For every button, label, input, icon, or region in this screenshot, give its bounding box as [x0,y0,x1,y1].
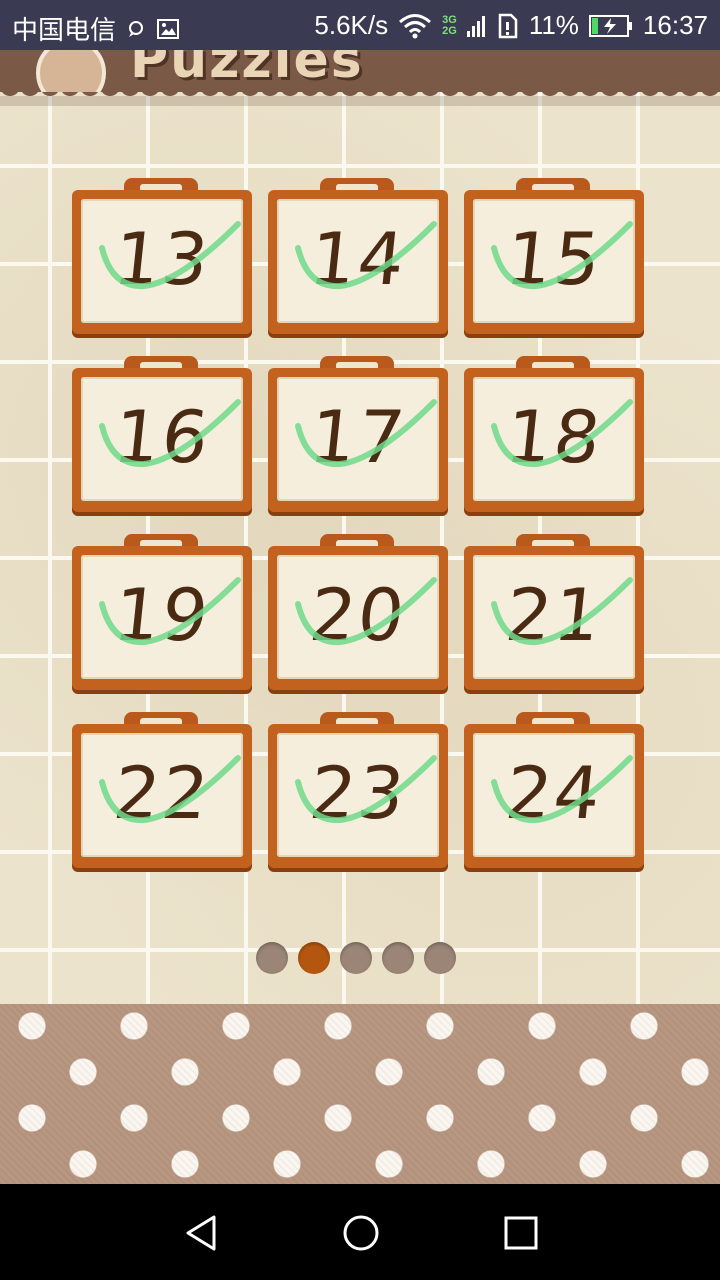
battery-percent: 11% [528,10,579,40]
back-button[interactable] [36,50,106,92]
network-type-top: 3G [442,13,457,26]
card-face: 13 [81,199,243,323]
chat-bubble-icon [126,19,146,39]
card-face: 15 [473,199,635,323]
level-card[interactable]: 17 [268,356,448,514]
card-frame: 17 [268,368,448,512]
level-number: 22 [109,751,215,835]
level-card[interactable]: 21 [464,534,644,692]
card-face: 14 [277,199,439,323]
level-number: 13 [109,217,215,301]
battery-charging-icon [588,14,633,38]
level-card[interactable]: 23 [268,712,448,870]
wifi-icon [398,13,432,39]
card-frame: 16 [72,368,252,512]
level-card[interactable]: 19 [72,534,252,692]
card-face: 23 [277,733,439,857]
page-indicator [256,942,456,974]
card-frame: 19 [72,546,252,690]
level-number: 15 [501,217,607,301]
back-triangle-icon[interactable] [180,1212,222,1254]
page-title: Puzzles [130,50,364,90]
pager-dot[interactable] [340,942,372,974]
system-nav-bar [0,1184,720,1280]
card-face: 18 [473,377,635,501]
card-face: 21 [473,555,635,679]
signal-icon [466,13,487,39]
level-number: 19 [109,573,215,657]
card-frame: 13 [72,190,252,334]
card-frame: 22 [72,724,252,868]
polka-dot-footer [0,1004,720,1184]
card-frame: 14 [268,190,448,334]
card-face: 17 [277,377,439,501]
level-card[interactable]: 20 [268,534,448,692]
recents-square-icon[interactable] [500,1212,542,1254]
pager-dot[interactable] [382,942,414,974]
status-bar: 中国电信 5.6K/s 3G 2G 11% 16:37 [0,0,720,50]
sim-icon [497,13,519,39]
card-face: 22 [81,733,243,857]
card-frame: 20 [268,546,448,690]
level-number: 14 [305,217,411,301]
card-face: 16 [81,377,243,501]
pager-dot[interactable] [424,942,456,974]
net-speed-label: 5.6K/s [314,10,389,40]
clock: 16:37 [642,10,708,40]
level-number: 20 [305,573,411,657]
home-circle-icon[interactable] [340,1212,382,1254]
image-icon [156,17,180,41]
level-card[interactable]: 15 [464,178,644,336]
card-frame: 15 [464,190,644,334]
card-face: 19 [81,555,243,679]
card-frame: 21 [464,546,644,690]
header-bar: Puzzles [0,50,720,92]
level-grid: 13 14 15 16 17 18 19 20 21 22 23 24 [72,178,652,870]
level-number: 24 [501,751,607,835]
carrier-label: 中国电信 [12,15,117,45]
card-frame: 23 [268,724,448,868]
network-type: 3G 2G [442,13,457,37]
level-card[interactable]: 14 [268,178,448,336]
card-frame: 24 [464,724,644,868]
level-number: 17 [305,395,411,479]
level-card[interactable]: 13 [72,178,252,336]
level-number: 21 [501,573,607,657]
level-card[interactable]: 24 [464,712,644,870]
level-card[interactable]: 16 [72,356,252,514]
network-type-bottom: 2G [442,24,457,37]
card-face: 24 [473,733,635,857]
card-frame: 18 [464,368,644,512]
level-card[interactable]: 18 [464,356,644,514]
level-number: 23 [305,751,411,835]
level-number: 18 [501,395,607,479]
level-card[interactable]: 22 [72,712,252,870]
pager-dot-active[interactable] [298,942,330,974]
pager-dot[interactable] [256,942,288,974]
card-face: 20 [277,555,439,679]
level-number: 16 [109,395,215,479]
